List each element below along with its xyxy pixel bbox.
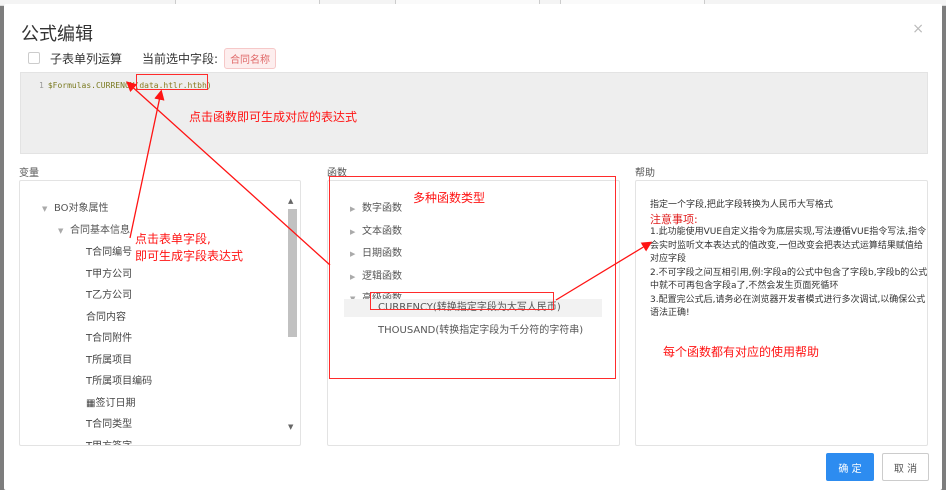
variable-field-label: 签订日期 <box>95 397 136 409</box>
annotation-click-field-2: 即可生成字段表达式 <box>135 249 244 263</box>
dialog-title: 公式编辑 <box>21 24 93 45</box>
variable-field[interactable]: T甲方公司 <box>86 265 132 280</box>
line-number: 1 <box>39 81 44 90</box>
annotation-box-argument <box>136 74 208 90</box>
variable-field[interactable]: T合同编号 <box>86 243 132 258</box>
annotation-box-functions <box>329 176 616 379</box>
scroll-down-icon[interactable]: ▼ <box>288 423 293 431</box>
annotation-help-note: 每个函数都有对应的使用帮助 <box>663 345 820 359</box>
tree-root[interactable]: ▼ BO对象属性 <box>42 199 109 214</box>
variables-panel: ▼ BO对象属性 ▼ 合同基本信息 T合同编号 T甲方公司 T乙方公司合同内容 T合同附件… <box>19 180 301 446</box>
variable-field-label: 合同内容 <box>86 311 126 323</box>
confirm-button[interactable]: 确 定 <box>826 453 874 481</box>
help-content: 指定一个字段,把此字段转换为人民币大写格式 注意事项: 1.此功能使用VUE自定… <box>650 199 930 321</box>
variable-field-label: 合同类型 <box>92 419 133 430</box>
variable-field-label: 乙方公司 <box>92 290 133 301</box>
help-notice-title: 注意事项: <box>650 212 698 226</box>
annotation-box-currency <box>370 292 554 310</box>
code-function: $Formulas.CURRENCY( <box>47 81 140 90</box>
expand-icon: ▼ <box>58 227 64 235</box>
variable-field[interactable]: T合同附件 <box>86 329 132 344</box>
variable-field[interactable]: ▦签订日期 <box>86 394 135 409</box>
help-description: 指定一个字段,把此字段转换为人民币大写格式 <box>650 200 833 210</box>
help-note-1: 1.此功能使用VUE自定义指令为底层实现,写法遵循VUE指令写法,指令会实时监听… <box>650 227 927 264</box>
close-icon[interactable]: × <box>912 21 924 37</box>
variable-field[interactable]: T乙方公司 <box>86 286 132 301</box>
variable-field[interactable]: T合同类型 <box>86 415 132 430</box>
variable-field-label: 所属项目 <box>92 354 133 366</box>
variables-heading: 变量 <box>19 168 39 179</box>
selected-field-tag: 合同名称 <box>224 47 277 69</box>
cancel-button[interactable]: 取 消 <box>882 453 929 481</box>
single-column-checkbox[interactable] <box>28 52 40 64</box>
options-row: 子表单列运算 当前选中字段: 合同名称 <box>28 47 277 69</box>
help-panel: 指定一个字段,把此字段转换为人民币大写格式 注意事项: 1.此功能使用VUE自定… <box>635 180 928 446</box>
help-note-2: 2.不可字段之间互相引用,例:字段a的公式中包含了字段b,字段b的公式中就不可再… <box>650 267 928 292</box>
annotation-click-function: 点击函数即可生成对应的表达式 <box>189 110 358 124</box>
variable-field[interactable]: 合同内容 <box>86 308 126 323</box>
variable-field[interactable]: T甲方签字 <box>86 437 133 446</box>
variables-scrollbar[interactable]: ▲ ▼ <box>287 197 297 433</box>
selected-field-label: 当前选中字段: <box>142 51 219 66</box>
scrollbar-thumb[interactable] <box>288 209 297 337</box>
annotation-click-field-1: 点击表单字段, <box>135 232 211 246</box>
tree-group[interactable]: ▼ 合同基本信息 <box>58 221 130 236</box>
variable-field-label: 所属项目编码 <box>92 376 153 387</box>
scroll-up-icon[interactable]: ▲ <box>288 197 293 205</box>
single-column-label: 子表单列运算 <box>50 51 123 66</box>
variable-field[interactable]: T所属项目编码 <box>86 372 152 387</box>
variable-field-label: 甲方公司 <box>92 268 133 280</box>
variable-field[interactable]: T所属项目 <box>86 351 132 366</box>
expand-icon: ▼ <box>42 205 48 213</box>
help-heading: 帮助 <box>635 168 655 179</box>
variable-field-label: 甲方签字 <box>92 440 133 446</box>
variable-field-label: 合同附件 <box>92 333 133 344</box>
annotation-function-types: 多种函数类型 <box>413 191 486 205</box>
variable-field-label: 合同编号 <box>92 247 133 258</box>
help-note-3: 3.配置完公式后,请务必在浏览器开发者模式进行多次调试,以确保公式语法正确! <box>650 294 926 319</box>
